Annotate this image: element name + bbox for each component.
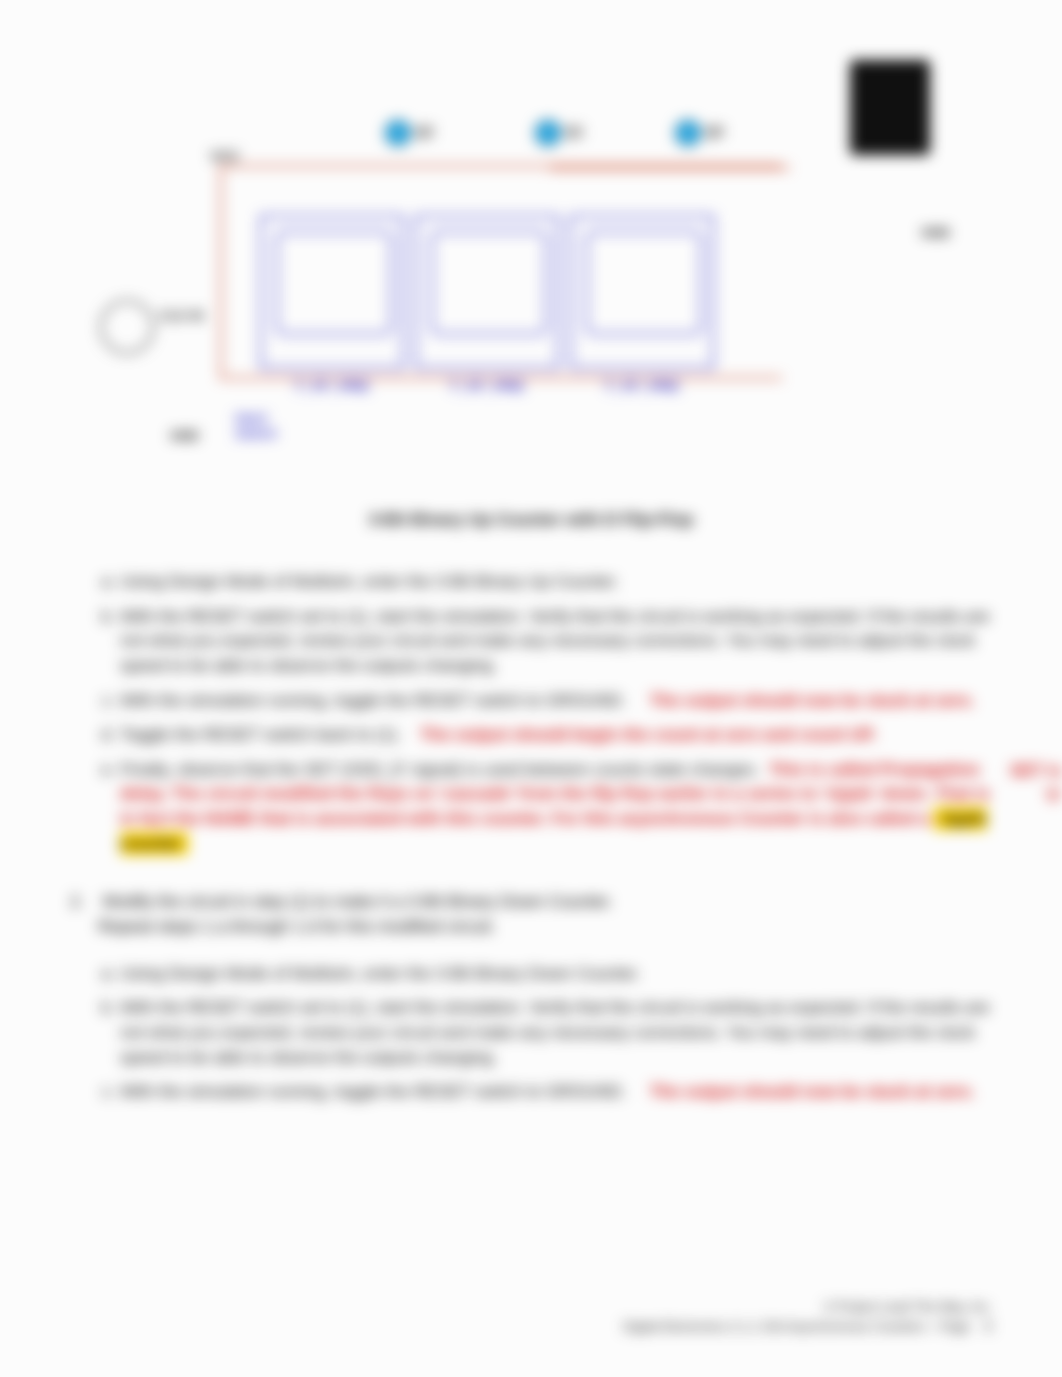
step-2-intro: 2. Modify the circuit in step (1) to mak… (70, 890, 992, 939)
gnd-label-1: GND (921, 225, 950, 240)
procedure-list-1: Using Design Mode of Multisim, enter the… (70, 570, 992, 856)
step-2a: Using Design Mode of Multisim, enter the… (120, 962, 992, 987)
step-1d: Toggle the RESET switch back to (1). The… (120, 723, 992, 748)
gnd-label-2: GND (170, 428, 199, 443)
ff-name-1: T_FF_PRE (417, 378, 557, 395)
diagram-caption: 3-Bit Binary Up Counter with D Flip-Flop (70, 510, 992, 530)
step-1a: Using Design Mode of Multisim, enter the… (120, 570, 992, 595)
flipflop-2: T_FF_PRE (260, 215, 404, 369)
flipflop-1: T_FF_PRE (415, 215, 559, 369)
ff-name-0: T_FF_PRE (572, 378, 712, 395)
step-2b: With the RESET switch set to (1), start … (120, 996, 992, 1070)
clock-label: CLK IN (160, 308, 203, 323)
vcc-label: VCC (210, 148, 240, 164)
probe-q2 (385, 120, 411, 146)
probe-q2-label: Q2 (415, 123, 434, 139)
circuit-diagram: Q2 Q1 Q0 VCC GND GND T_FF_PRE T_FF_PRE T… (130, 60, 910, 500)
procedure-list-2: Using Design Mode of Multisim, enter the… (70, 962, 992, 1105)
step-2c: With the simulation running, toggle the … (120, 1080, 992, 1105)
switch-note: Input Switch (235, 410, 277, 441)
probe-q0 (675, 120, 701, 146)
flipflop-0: T_FF_PRE (570, 215, 714, 369)
probe-q1-label: Q1 (565, 123, 584, 139)
display-chip (850, 60, 930, 155)
ff-name-2: T_FF_PRE (262, 378, 402, 395)
side-note: SET is'0' (1010, 758, 1062, 809)
step-1e: Finally, observe that the SET (SSD_D' si… (120, 758, 992, 857)
probe-q1 (535, 120, 561, 146)
wire-top (550, 167, 790, 169)
step-1c: With the simulation running, toggle the … (120, 689, 992, 714)
step-1b: With the RESET switch set to (1), start … (120, 605, 992, 679)
clock-icon (100, 300, 154, 354)
probe-q0-label: Q0 (705, 123, 724, 139)
page-footer: © Project Lead The Way, Inc. Digital Ele… (623, 1298, 992, 1337)
